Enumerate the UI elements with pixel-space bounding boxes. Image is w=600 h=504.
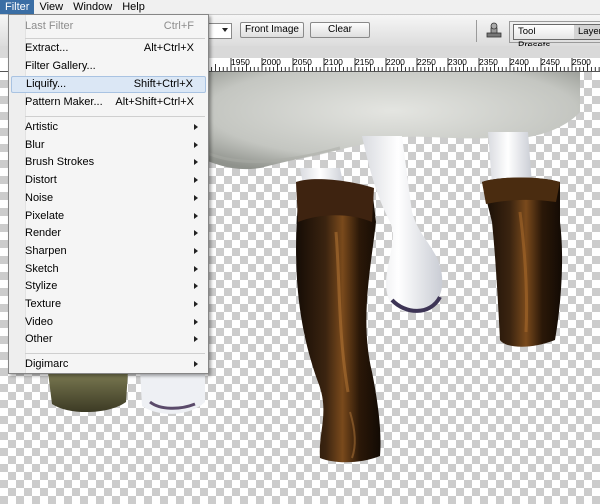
menu-item-label: Brush Strokes	[25, 156, 95, 169]
menu-item-label: Other	[25, 333, 53, 346]
front-image-button[interactable]: Front Image	[240, 22, 304, 38]
ruler-tick-label: 2000	[262, 57, 281, 67]
menu-item-label: Liquify...	[26, 78, 67, 90]
menu-item-brush-strokes[interactable]: Brush Strokes	[11, 154, 206, 171]
submenu-arrow-icon	[194, 336, 198, 343]
submenu-arrow-icon	[194, 301, 198, 307]
ruler-tick-label: 2250	[417, 57, 436, 67]
submenu-arrow-icon	[194, 247, 198, 254]
menu-item-last-filter: Last Filter Ctrl+F	[11, 18, 206, 35]
menu-bar: Filter View Window Help	[0, 0, 600, 15]
menu-item-video[interactable]: Video	[11, 314, 206, 331]
menu-item-shortcut: Alt+Shift+Ctrl+X	[115, 96, 194, 108]
ruler-tick-label: 2200	[386, 57, 405, 67]
menu-item-sharpen[interactable]: Sharpen	[11, 243, 206, 260]
menu-item-label: Pattern Maker...	[25, 96, 103, 108]
menu-item-render[interactable]: Render	[11, 225, 206, 242]
submenu-arrow-icon	[194, 141, 198, 148]
menu-filter[interactable]: Filter	[0, 0, 35, 14]
menu-item-liquify[interactable]: Liquify... Shift+Ctrl+X	[11, 76, 206, 93]
ruler-tick-label: 2300	[448, 57, 467, 67]
menu-item-label: Blur	[25, 138, 45, 151]
tab-tool-presets[interactable]: Tool Presets	[513, 24, 575, 51]
preset-dropdown[interactable]	[208, 23, 232, 39]
submenu-arrow-icon	[194, 124, 198, 130]
menu-item-label: Extract...	[25, 42, 69, 54]
submenu-arrow-icon	[194, 230, 198, 237]
menu-item-label: Render	[25, 227, 62, 240]
menu-item-texture[interactable]: Texture	[11, 296, 206, 313]
ruler-tick-label: 2150	[355, 57, 374, 67]
menu-item-filter-gallery[interactable]: Filter Gallery...	[11, 58, 206, 75]
menu-item-blur[interactable]: Blur	[11, 137, 206, 154]
menu-item-distort[interactable]: Distort	[11, 172, 206, 189]
menu-item-label: Last Filter	[25, 20, 74, 32]
menu-item-label: Distort	[25, 174, 57, 187]
menu-item-extract[interactable]: Extract... Alt+Ctrl+X	[11, 40, 206, 57]
menu-item-shortcut: Alt+Ctrl+X	[143, 42, 194, 54]
menu-item-label: Filter Gallery...	[25, 60, 96, 72]
submenu-arrow-icon	[194, 194, 198, 201]
menu-item-label: Sharpen	[25, 244, 67, 257]
ruler-tick-label: 2050	[293, 57, 312, 67]
menu-item-label: Noise	[25, 191, 54, 204]
stamp-icon[interactable]	[485, 21, 503, 39]
submenu-arrow-icon	[194, 159, 198, 166]
submenu-arrow-icon	[194, 361, 198, 367]
menu-view[interactable]: View	[34, 0, 68, 14]
clear-button[interactable]: Clear	[310, 22, 370, 38]
submenu-arrow-icon	[194, 265, 198, 272]
toolbar-divider	[476, 20, 477, 42]
menu-item-label: Video	[25, 315, 53, 328]
menu-item-sketch[interactable]: Sketch	[11, 261, 206, 278]
menu-item-label: Stylize	[25, 280, 58, 293]
menu-item-label: Pixelate	[25, 209, 65, 222]
menu-separator	[25, 353, 205, 354]
menu-item-other[interactable]: Other	[11, 331, 206, 348]
menu-item-shortcut: Shift+Ctrl+X	[133, 78, 193, 90]
menu-item-label: Sketch	[25, 262, 59, 275]
chevron-down-icon	[222, 28, 228, 32]
filter-menu: Last Filter Ctrl+F Extract... Alt+Ctrl+X…	[8, 14, 209, 374]
menu-item-stylize[interactable]: Stylize	[11, 278, 206, 295]
ruler-tick-label: 2450	[541, 57, 560, 67]
menu-window[interactable]: Window	[68, 0, 117, 14]
menu-item-label: Digimarc	[25, 358, 69, 370]
ruler-tick-label: 1950	[231, 57, 250, 67]
menu-item-digimarc[interactable]: Digimarc	[11, 356, 206, 373]
menu-item-label: Texture	[25, 298, 62, 310]
menu-item-pixelate[interactable]: Pixelate	[11, 208, 206, 225]
ruler-tick-label: 2100	[324, 57, 343, 67]
menu-item-noise[interactable]: Noise	[11, 190, 206, 207]
menu-help[interactable]: Help	[117, 0, 150, 14]
menu-item-pattern-maker[interactable]: Pattern Maker... Alt+Shift+Ctrl+X	[11, 94, 206, 111]
menu-separator	[25, 116, 205, 117]
submenu-arrow-icon	[194, 283, 198, 290]
ruler-tick-label: 2500	[572, 57, 591, 67]
ruler-tick-label: 2400	[510, 57, 529, 67]
submenu-arrow-icon	[194, 177, 198, 184]
menu-item-label: Artistic	[25, 121, 58, 133]
menu-item-artistic[interactable]: Artistic	[11, 119, 206, 136]
submenu-arrow-icon	[194, 318, 198, 325]
ruler-tick-label: 2350	[479, 57, 498, 67]
tab-layers[interactable]: Layers	[574, 24, 600, 40]
submenu-arrow-icon	[194, 212, 198, 219]
menu-separator	[25, 38, 205, 39]
menu-item-shortcut: Ctrl+F	[163, 20, 194, 32]
